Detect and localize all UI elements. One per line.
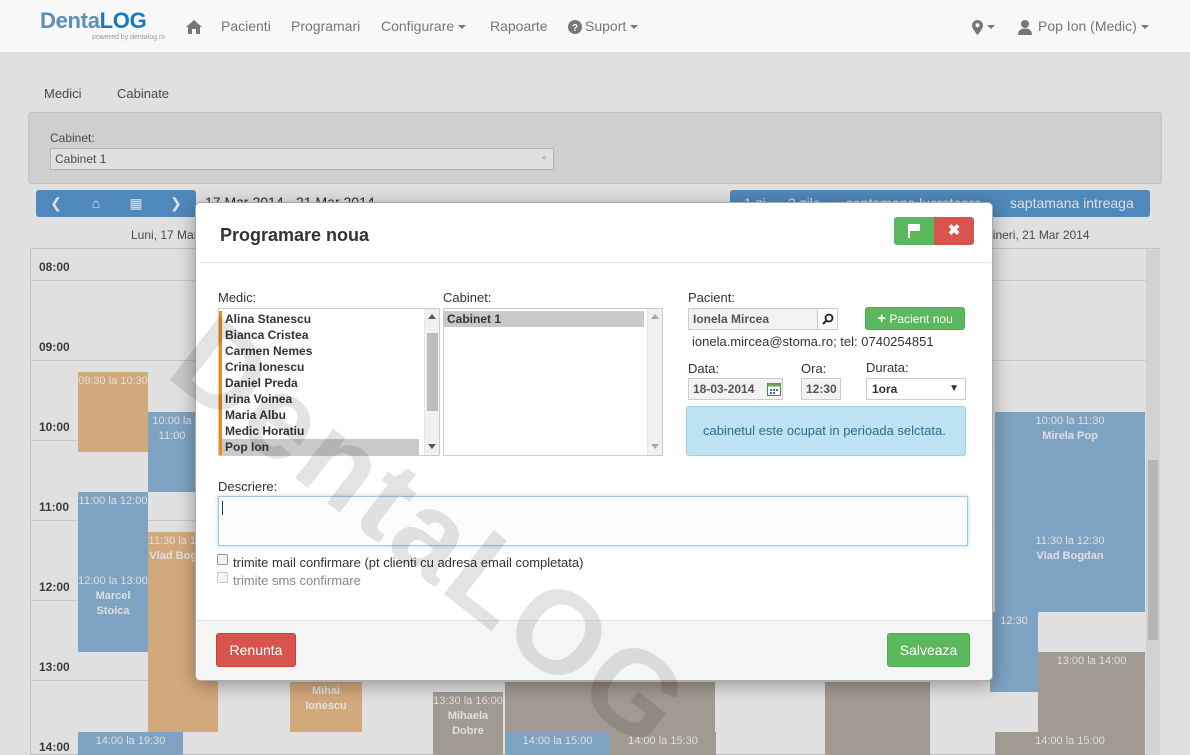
scroll-up-icon[interactable] bbox=[428, 314, 436, 319]
pacient-nou-button[interactable]: + Pacient nou bbox=[865, 307, 965, 330]
nav-configurare-label: Configurare bbox=[381, 18, 455, 34]
occupied-alert: cabinetul este ocupat in perioada selcta… bbox=[686, 406, 966, 456]
pacient-input[interactable]: Ionela Mircea bbox=[688, 308, 818, 330]
pacient-contact-info: ionela.mircea@stoma.ro; tel: 0740254851 bbox=[692, 334, 934, 349]
header-divider bbox=[200, 262, 990, 263]
scroll-down-icon[interactable] bbox=[651, 444, 659, 449]
question-circle-icon: ? bbox=[568, 20, 582, 35]
medic-option-selected[interactable]: Pop Ion bbox=[219, 439, 419, 455]
durata-selected-value: 1ora bbox=[872, 382, 898, 396]
nav-programari[interactable]: Programari bbox=[291, 0, 360, 53]
chevron-down-icon bbox=[630, 25, 639, 30]
nav-location[interactable] bbox=[972, 0, 995, 53]
calendar-icon[interactable] bbox=[767, 382, 781, 396]
medic-option[interactable]: Bianca Cristea bbox=[219, 327, 419, 343]
medic-option[interactable]: Carmen Nemes bbox=[219, 343, 419, 359]
chevron-down-icon bbox=[1140, 25, 1149, 30]
renunta-button[interactable]: Renunta bbox=[216, 633, 296, 667]
user-icon bbox=[1018, 19, 1032, 35]
ora-input[interactable]: 12:30 bbox=[801, 378, 841, 400]
text-cursor bbox=[222, 501, 223, 515]
close-icon: ✖ bbox=[947, 222, 961, 239]
medic-option[interactable]: Alina Stanescu bbox=[219, 311, 419, 327]
pacient-search-button[interactable] bbox=[817, 308, 838, 330]
nav-home[interactable] bbox=[186, 0, 202, 53]
chevron-down-icon bbox=[458, 25, 467, 30]
brand-subtitle: powered by dentalog.ro bbox=[92, 34, 166, 41]
search-icon bbox=[822, 313, 834, 325]
medic-option[interactable]: Daniel Preda bbox=[219, 375, 419, 391]
map-marker-icon bbox=[972, 19, 983, 35]
scroll-down-icon[interactable] bbox=[428, 444, 436, 449]
cabinet-list-scrollbar[interactable] bbox=[647, 309, 662, 455]
cabinet-option-selected[interactable]: Cabinet 1 bbox=[444, 311, 644, 327]
medic-label: Medic: bbox=[218, 290, 257, 305]
nav-pacienti[interactable]: Pacienti bbox=[221, 0, 271, 53]
mail-confirm-label: trimite mail confirmare (pt clienti cu a… bbox=[233, 555, 584, 570]
nav-configurare[interactable]: Configurare bbox=[381, 0, 467, 53]
durata-label: Durata: bbox=[866, 360, 909, 375]
ora-label: Ora: bbox=[801, 361, 827, 376]
cabinet-listbox[interactable]: Cabinet 1 bbox=[443, 308, 663, 456]
cabinet-label: Cabinet: bbox=[443, 290, 492, 305]
medic-option[interactable]: Crina Ionescu bbox=[219, 359, 419, 375]
dialog-title: Programare noua bbox=[220, 225, 370, 245]
svg-text:?: ? bbox=[572, 23, 578, 34]
salveaza-button[interactable]: Salveaza bbox=[887, 633, 970, 667]
durata-select[interactable]: 1ora ▼ bbox=[866, 378, 966, 400]
descriere-textarea[interactable] bbox=[218, 496, 968, 546]
brand-text: DentaLOG bbox=[40, 8, 147, 33]
medic-option[interactable]: Irina Voinea bbox=[219, 391, 419, 407]
chevron-down-icon: ▼ bbox=[949, 383, 959, 394]
scroll-up-icon[interactable] bbox=[651, 314, 659, 319]
medic-listbox[interactable]: Alina Stanescu Bianca Cristea Carmen Nem… bbox=[218, 308, 440, 456]
pacient-nou-label: Pacient nou bbox=[889, 312, 953, 326]
flag-button[interactable] bbox=[894, 217, 934, 245]
nav-suport-label: Suport bbox=[585, 18, 627, 34]
header-button-group: ✖ bbox=[894, 217, 974, 245]
nav-user-menu[interactable]: Pop Ion (Medic) bbox=[1018, 0, 1149, 53]
descriere-label: Descriere: bbox=[218, 479, 278, 494]
dialog-footer: Renunta Salveaza bbox=[196, 620, 992, 680]
medic-option[interactable]: Maria Albu bbox=[219, 407, 419, 423]
mail-confirm-checkbox[interactable] bbox=[217, 554, 228, 565]
chevron-down-icon bbox=[987, 25, 995, 30]
sms-confirm-label: trimite sms confirmare bbox=[233, 573, 361, 588]
brand-logo[interactable]: DentaLOG powered by dentalog.ro bbox=[40, 9, 166, 43]
new-appointment-dialog: Programare noua ✖ Medic: Alina Stanescu … bbox=[195, 202, 993, 681]
pacient-label: Pacient: bbox=[688, 290, 735, 305]
scrollbar-thumb[interactable] bbox=[427, 333, 438, 411]
close-button[interactable]: ✖ bbox=[934, 217, 974, 245]
nav-rapoarte[interactable]: Rapoarte bbox=[490, 0, 548, 53]
sms-confirm-checkbox[interactable] bbox=[217, 572, 228, 583]
user-name: Pop Ion (Medic) bbox=[1038, 18, 1137, 34]
medic-list-scrollbar[interactable] bbox=[424, 309, 439, 455]
nav-suport[interactable]: ? Suport bbox=[568, 0, 639, 53]
medic-option[interactable]: Medic Horatiu bbox=[219, 423, 419, 439]
home-icon bbox=[186, 20, 202, 35]
top-navbar: DentaLOG powered by dentalog.ro Pacienti… bbox=[0, 0, 1190, 53]
data-label: Data: bbox=[688, 361, 720, 376]
plus-icon: + bbox=[877, 310, 887, 327]
